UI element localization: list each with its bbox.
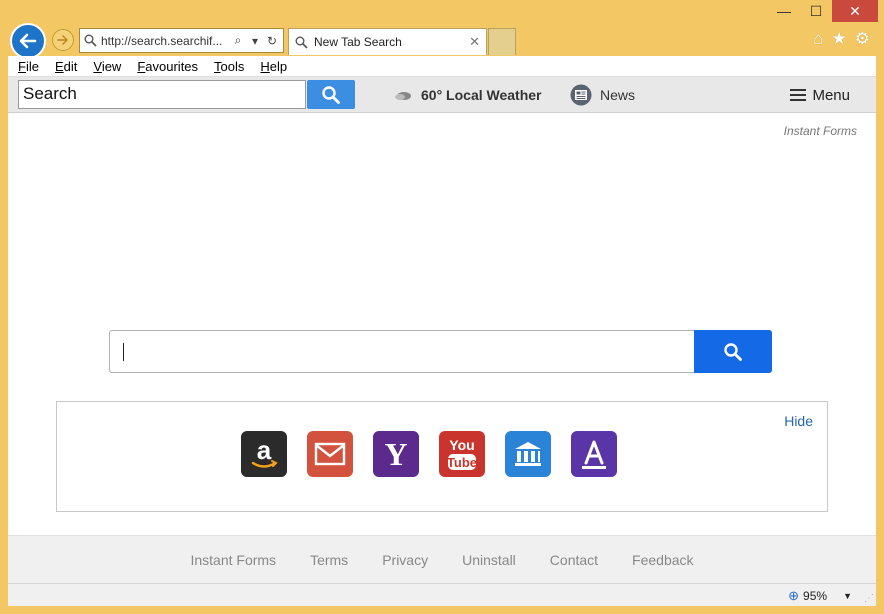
browser-window: — ☐ ✕ http://search.searchif... ⌕ ▾ ↻ Ne… (0, 0, 884, 614)
menu-favourites[interactable]: Favourites (137, 59, 198, 74)
address-url[interactable]: http://search.searchif... (101, 34, 228, 48)
status-bar: ⊕ 95% ▼ ⋰ (8, 583, 876, 606)
toolbar-menu-button[interactable]: Menu (790, 86, 850, 104)
menu-tools[interactable]: Tools (214, 59, 244, 74)
mail-icon (314, 442, 346, 466)
brand-label: Instant Forms (783, 124, 857, 138)
footer-link-contact[interactable]: Contact (550, 552, 598, 568)
hide-link[interactable]: Hide (784, 413, 813, 429)
browser-icons: ⌂ ★ ⚙ (813, 30, 870, 48)
text-caret (123, 343, 124, 361)
quick-links: a Y You Tube (241, 431, 617, 477)
minimize-button[interactable]: — (768, 0, 800, 22)
zoom-dropdown-icon[interactable]: ▼ (843, 591, 852, 601)
footer-link-terms[interactable]: Terms (310, 552, 348, 568)
address-search-icon[interactable]: ⌕ (231, 33, 245, 48)
menu-bar: File Edit View Favourites Tools Help (8, 56, 876, 77)
weather-widget[interactable]: 60° Local Weather (393, 87, 542, 103)
search-icon (724, 342, 742, 361)
svg-text:Tube: Tube (447, 455, 477, 470)
address-bar[interactable]: http://search.searchif... ⌕ ▾ ↻ (79, 28, 284, 53)
forward-arrow-icon (57, 35, 68, 45)
news-widget[interactable]: News (570, 84, 635, 106)
quick-links-panel: Hide a Y You Tube (56, 401, 828, 512)
menu-label: Menu (812, 86, 850, 104)
main-search-button[interactable] (694, 330, 772, 373)
new-tab-button[interactable] (488, 28, 516, 55)
maximize-button[interactable]: ☐ (800, 0, 832, 22)
svg-text:a: a (257, 436, 272, 465)
toolbar-search-input[interactable]: Search (18, 80, 306, 109)
tab-search-icon (295, 36, 308, 49)
page-search-icon (84, 34, 97, 47)
app-store-tile[interactable] (571, 431, 617, 477)
menu-view[interactable]: View (93, 59, 121, 74)
news-label: News (600, 87, 636, 103)
menu-edit[interactable]: Edit (55, 59, 77, 74)
mail-tile[interactable] (307, 431, 353, 477)
weather-cloud-icon (395, 92, 411, 100)
tab-close-icon[interactable]: ✕ (469, 34, 480, 50)
zoom-icon: ⊕ (788, 588, 800, 603)
refresh-icon[interactable]: ↻ (265, 34, 279, 48)
main-search-input[interactable] (109, 330, 772, 373)
amazon-tile[interactable]: a (241, 431, 287, 477)
footer-link-uninstall[interactable]: Uninstall (462, 552, 516, 568)
zoom-level: 95% (803, 589, 828, 603)
footer-link-instant-forms[interactable]: Instant Forms (190, 552, 276, 568)
back-arrow-icon (19, 33, 37, 49)
menu-file[interactable]: File (18, 59, 39, 74)
address-dropdown-icon[interactable]: ▾ (248, 34, 262, 48)
news-icon (570, 84, 592, 106)
svg-text:Y: Y (384, 437, 407, 471)
back-button[interactable] (10, 23, 46, 59)
search-icon (322, 85, 340, 104)
toolbar-search-button[interactable] (307, 80, 355, 109)
amazon-icon: a (251, 436, 278, 468)
resize-grip-icon[interactable]: ⋰ (864, 593, 874, 604)
footer-link-privacy[interactable]: Privacy (382, 552, 428, 568)
home-icon[interactable]: ⌂ (813, 30, 823, 48)
svg-text:You: You (449, 437, 474, 453)
forward-button[interactable] (52, 29, 74, 51)
youtube-tile[interactable]: You Tube (439, 431, 485, 477)
app-store-icon (582, 440, 606, 469)
zoom-control[interactable]: ⊕ 95% ▼ (788, 588, 852, 604)
menu-help[interactable]: Help (260, 59, 287, 74)
tab-title: New Tab Search (314, 35, 402, 49)
favorites-icon[interactable]: ★ (832, 30, 847, 48)
yahoo-tile[interactable]: Y (373, 431, 419, 477)
window-controls: — ☐ ✕ (768, 0, 878, 22)
page-content: Instant Forms Hide a Y You Tube (8, 113, 876, 535)
extension-toolbar: Search 60° Local Weather News Menu (8, 77, 876, 113)
footer-link-feedback[interactable]: Feedback (632, 552, 693, 568)
weather-label: 60° Local Weather (421, 87, 542, 103)
youtube-icon: You Tube (447, 437, 477, 470)
bank-tile[interactable] (505, 431, 551, 477)
tab-new-tab-search[interactable]: New Tab Search ✕ (288, 28, 487, 55)
hamburger-icon (790, 86, 807, 104)
close-window-button[interactable]: ✕ (832, 0, 878, 22)
settings-icon[interactable]: ⚙ (855, 30, 870, 48)
navigation-row: http://search.searchif... ⌕ ▾ ↻ New Tab … (0, 22, 884, 59)
bank-icon (515, 442, 541, 466)
yahoo-icon: Y (384, 437, 407, 471)
page-footer: Instant Forms Terms Privacy Uninstall Co… (8, 535, 876, 583)
